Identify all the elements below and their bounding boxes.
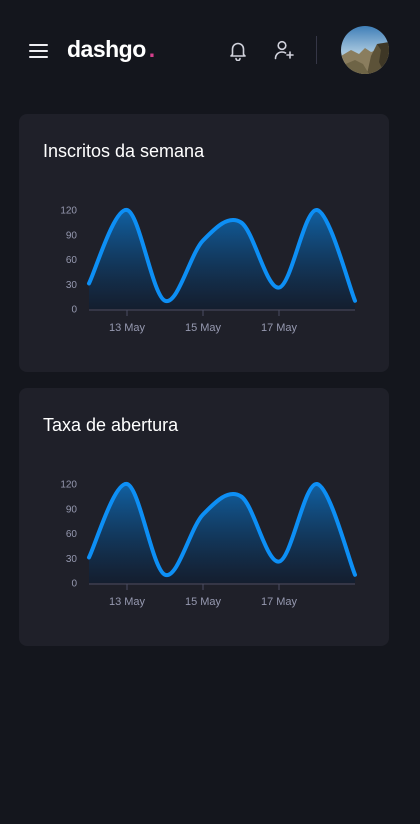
bell-icon[interactable]	[227, 39, 249, 62]
y-tick-label: 90	[66, 230, 78, 241]
y-tick-label: 30	[66, 554, 78, 565]
y-tick-label: 120	[60, 480, 77, 491]
header-divider	[316, 36, 317, 64]
y-tick-label: 120	[60, 206, 77, 217]
y-tick-label: 30	[66, 280, 78, 291]
x-tick-label: 13 May	[109, 322, 146, 334]
y-tick-label: 60	[66, 529, 78, 540]
y-tick-label: 0	[71, 305, 77, 316]
user-add-icon[interactable]	[273, 39, 295, 61]
x-tick-label: 13 May	[109, 596, 146, 608]
avatar[interactable]	[341, 26, 389, 74]
x-tick-label: 15 May	[185, 596, 222, 608]
y-tick-label: 90	[66, 504, 78, 515]
x-tick-label: 15 May	[185, 322, 222, 334]
chart-card-inscritos: Inscritos da semana 0 30 60 90 120 13 May 15 M…	[19, 114, 389, 372]
x-tick-label: 17 May	[261, 596, 298, 608]
app-logo[interactable]: dashgo.	[67, 36, 155, 63]
logo-text: dashgo	[67, 36, 146, 62]
x-tick-label: 17 May	[261, 322, 298, 334]
y-tick-label: 0	[71, 579, 77, 590]
app-header: dashgo.	[0, 0, 420, 100]
chart-taxa: 0 30 60 90 120 13 May 15 May 17 May	[60, 480, 357, 608]
chart-card-taxa: Taxa de abertura 0 30 60 90 120 13 May 15 May 1…	[19, 388, 389, 646]
y-tick-label: 60	[66, 255, 78, 266]
chart-inscritos: 0 30 60 90 120 13 May 15 May 17 May	[60, 206, 357, 334]
logo-dot: .	[148, 36, 155, 62]
menu-icon[interactable]	[29, 42, 49, 60]
